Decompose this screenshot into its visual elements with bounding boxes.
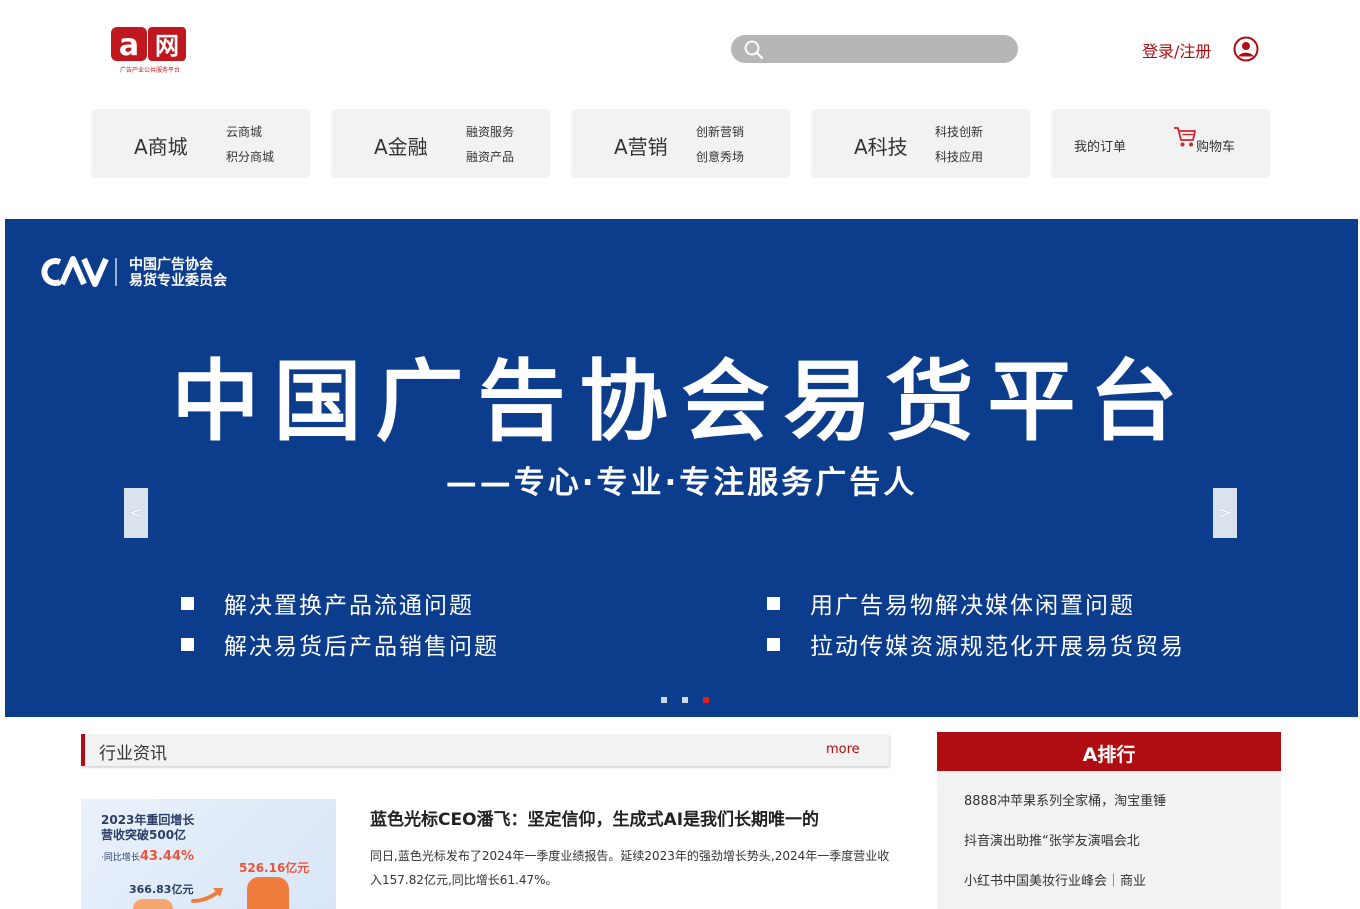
nav-sublink[interactable]: 创新营销: [696, 123, 744, 140]
banner-bullet-text: 解决易货后产品销售问题: [224, 634, 499, 660]
nav-sublink[interactable]: 云商城: [226, 123, 262, 140]
hero-banner[interactable]: 中国广告协会 易货专业委员会 中国广告协会易货平台 ——专心·专业·专注服务广告…: [5, 219, 1358, 717]
search-icon[interactable]: [743, 39, 765, 60]
thumb-value-high: 526.16亿元: [239, 861, 310, 875]
login-register-link[interactable]: 登录/注册: [1142, 38, 1211, 62]
thumb-bar-low: [133, 899, 173, 909]
carousel-dots: [661, 688, 719, 703]
banner-subtitle: ——专心·专业·专注服务广告人: [445, 465, 918, 501]
growth-arrow-icon: [191, 885, 227, 903]
shopping-cart-link[interactable]: 购物车: [1196, 136, 1235, 155]
logo-text: 网: [155, 32, 179, 60]
nav-card-title[interactable]: A科技: [854, 131, 908, 160]
thumb-growth-value: 43.44%: [139, 849, 195, 864]
carousel-next-button[interactable]: >: [1213, 488, 1237, 538]
banner-title: 中国广告协会易货平台: [171, 350, 1192, 453]
nav-sublink[interactable]: 科技应用: [935, 148, 983, 165]
banner-bullet-text: 拉动传媒资源规范化开展易货贸易: [810, 634, 1185, 660]
my-orders-link[interactable]: 我的订单: [1074, 136, 1126, 155]
chevron-right-icon: >: [1218, 503, 1232, 522]
user-icon[interactable]: [1233, 36, 1259, 62]
nav-card-tech[interactable]: A科技 科技创新 科技应用: [811, 109, 1030, 178]
nav-card-marketing[interactable]: A营销 创新营销 创意秀场: [571, 109, 790, 178]
banner-bullet-text: 用广告易物解决媒体闲置问题: [810, 593, 1135, 619]
banner-bullet-text: 解决置换产品流通问题: [224, 593, 474, 619]
thumb-line2: 营收突破500亿: [101, 828, 187, 842]
banner-bullet: 解决易货后产品销售问题: [181, 627, 499, 661]
banner-bullet: 拉动传媒资源规范化开展易货贸易: [767, 627, 1185, 661]
bullet-square-icon: [767, 597, 780, 610]
ranking-item[interactable]: 小红书中国美妆行业峰会｜商业: [964, 870, 1146, 889]
news-section-title: 行业资讯: [99, 744, 167, 764]
thumb-headline: 2023年重回增长 营收突破500亿: [101, 813, 194, 843]
banner-bullet: 解决置换产品流通问题: [181, 586, 474, 620]
site-logo[interactable]: a 网 广告产业公共服务平台: [108, 24, 192, 76]
news-summary: 同日,蓝色光标发布了2024年一季度业绩报告。延续2023年的强劲增长势头,20…: [370, 849, 890, 887]
nav-card-title[interactable]: A营销: [614, 131, 668, 160]
bullet-square-icon: [181, 597, 194, 610]
org-name-line2: 易货专业委员会: [129, 273, 227, 289]
shopping-cart-icon[interactable]: [1172, 125, 1198, 149]
thumb-line1: 2023年重回增长: [101, 813, 195, 827]
thumb-growth-prefix: ·同比增长: [101, 853, 140, 863]
carousel-dot[interactable]: [661, 697, 667, 703]
news-section-header: 行业资讯 more: [81, 734, 889, 766]
news-thumbnail[interactable]: 2023年重回增长 营收突破500亿 ·同比增长43.44% 526.16亿元 …: [81, 799, 336, 909]
nav-sublink[interactable]: 融资产品: [466, 148, 514, 165]
chevron-left-icon: <: [129, 503, 143, 522]
nav-card-title[interactable]: A商城: [134, 131, 188, 160]
search-bar[interactable]: [731, 35, 1018, 63]
bullet-square-icon: [181, 638, 194, 651]
nav-sublink[interactable]: 科技创新: [935, 123, 983, 140]
thumb-growth: ·同比增长43.44%: [101, 849, 194, 864]
logo-tagline: 广告产业公共服务平台: [120, 66, 180, 74]
caa-logo: [40, 255, 120, 289]
news-more-link[interactable]: more: [826, 742, 860, 757]
thumb-value-low: 366.83亿元: [129, 883, 194, 896]
news-headline-link[interactable]: 蓝色光标CEO潘飞：坚定信仰，生成式AI是我们长期唯一的: [370, 805, 819, 830]
ranking-panel: A排行 8888冲苹果系列全家桶，淘宝重锤 抖音演出助推“张学友演唱会北 小红书…: [937, 732, 1281, 909]
nav-card-orders: 我的订单 购物车: [1051, 109, 1270, 178]
search-input[interactable]: [771, 39, 1001, 59]
nav-card-mall[interactable]: A商城 云商城 积分商城: [91, 109, 310, 178]
nav-sublink[interactable]: 融资服务: [466, 123, 514, 140]
logo-letter: a: [119, 28, 139, 63]
ranking-title: A排行: [937, 732, 1281, 771]
ranking-item[interactable]: 抖音演出助推“张学友演唱会北: [964, 830, 1140, 849]
banner-bullet: 用广告易物解决媒体闲置问题: [767, 586, 1135, 620]
bullet-square-icon: [767, 638, 780, 651]
carousel-dot-active[interactable]: [703, 697, 710, 703]
org-name: 中国广告协会 易货专业委员会: [129, 257, 227, 289]
nav-card-title[interactable]: A金融: [374, 131, 428, 160]
nav-card-finance[interactable]: A金融 融资服务 融资产品: [331, 109, 550, 178]
thumb-bar-high: [247, 877, 289, 909]
ranking-item[interactable]: 8888冲苹果系列全家桶，淘宝重锤: [964, 790, 1166, 809]
carousel-dot[interactable]: [682, 697, 689, 703]
carousel-prev-button[interactable]: <: [124, 488, 148, 538]
nav-sublink[interactable]: 积分商城: [226, 148, 274, 165]
nav-sublink[interactable]: 创意秀场: [696, 148, 744, 165]
org-name-line1: 中国广告协会: [129, 257, 213, 273]
